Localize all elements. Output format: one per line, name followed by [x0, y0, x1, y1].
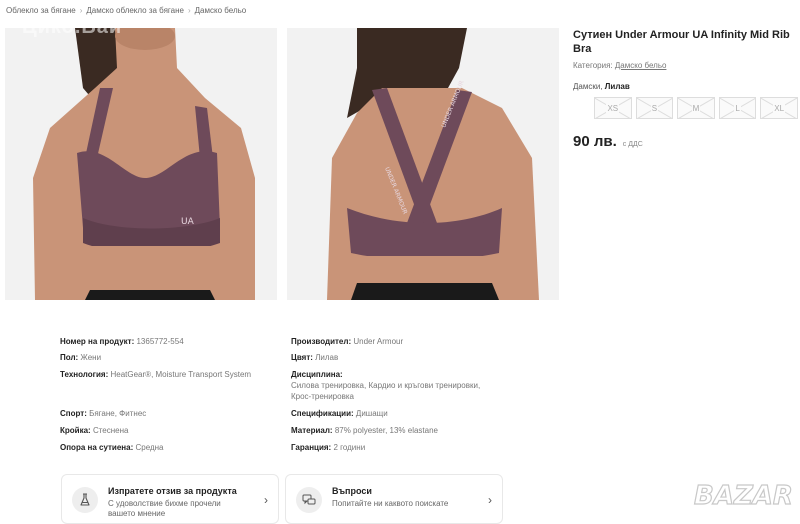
- size-option-label: S: [650, 103, 659, 113]
- breadcrumb-separator-icon: ›: [79, 6, 83, 15]
- size-option-label: XS: [606, 103, 620, 113]
- svg-text:UA: UA: [181, 217, 195, 227]
- chevron-right-icon: ›: [264, 493, 268, 507]
- chat-bubbles-icon-glyph: [302, 494, 316, 505]
- spec-label: Технология:: [60, 370, 109, 379]
- spec-label: Материал:: [291, 426, 333, 435]
- spec-value: Лилав: [315, 353, 339, 362]
- breadcrumb-item-women-underwear[interactable]: Дамско бельо: [195, 6, 247, 15]
- spec-value: Жени: [80, 353, 102, 362]
- spec-manufacturer: Производител: Under Armour: [291, 336, 501, 347]
- spec-value: 1365772-554: [136, 337, 184, 346]
- size-option-label: M: [691, 103, 701, 113]
- spec-label: Опора на сутиена:: [60, 443, 134, 452]
- size-option-l[interactable]: L: [718, 97, 757, 119]
- spec-value: 87% polyester, 13% elastane: [334, 426, 438, 435]
- size-option-label: L: [734, 103, 741, 113]
- watermark-text: Цико.Бай: [22, 28, 122, 39]
- size-selector: XS S M L XL: [594, 97, 798, 119]
- product-photo-front-image: UA: [5, 28, 277, 300]
- variant-color: Лилав: [604, 82, 630, 91]
- product-variant: Дамски, Лилав: [573, 82, 798, 91]
- spec-value: Бягане, Фитнес: [89, 409, 147, 418]
- spec-technology: Технология: HeatGear®, Moisture Transpor…: [60, 369, 275, 380]
- review-card-title: Изпратете отзив за продукта: [108, 486, 237, 496]
- product-title: Сутиен Under Armour UA Infinity Mid Rib …: [573, 29, 790, 55]
- spec-value: Дишащи: [355, 409, 388, 418]
- spec-label: Гаранция:: [291, 443, 332, 452]
- spec-gender: Пол: Жени: [60, 352, 275, 363]
- spec-label: Пол:: [60, 353, 79, 362]
- spec-fit: Кройка: Стеснена: [60, 425, 275, 436]
- breadcrumb-separator-icon: ›: [187, 6, 191, 15]
- vat-note: с ДДС: [622, 141, 643, 148]
- spec-value: Силова тренировка, Кардио и кръгови трен…: [291, 381, 481, 401]
- spec-value: Стеснена: [92, 426, 129, 435]
- size-option-xs[interactable]: XS: [594, 97, 632, 119]
- review-card[interactable]: Изпратете отзив за продукта С удоволстви…: [61, 474, 279, 524]
- product-photo-back[interactable]: UNDER ARMOUR UNDER ARMOUR: [287, 28, 559, 300]
- spec-material: Материал: 87% polyester, 13% elastane: [291, 425, 501, 436]
- spec-value: Средна: [135, 443, 164, 452]
- flask-icon-glyph: [80, 493, 90, 506]
- spec-label: Спецификации:: [291, 409, 354, 418]
- size-option-xl[interactable]: XL: [760, 97, 798, 119]
- questions-card-title: Въпроси: [332, 486, 372, 496]
- spec-specification: Спецификации: Дишащи: [291, 408, 501, 419]
- spec-discipline: Дисциплина: Силова тренировка, Кардио и …: [291, 369, 501, 402]
- breadcrumb-item-running-clothing[interactable]: Облекло за бягане: [6, 6, 76, 15]
- chevron-right-icon: ›: [488, 493, 492, 507]
- breadcrumb: Облекло за бягане › Дамско облекло за бяга…: [6, 6, 246, 15]
- bazar-logo: BAZAR: [693, 480, 793, 511]
- product-photo-front[interactable]: UA Цико.Бай: [5, 28, 277, 300]
- chat-bubbles-icon: [296, 487, 322, 513]
- breadcrumb-item-women-running-clothing[interactable]: Дамско облекло за бягане: [86, 6, 184, 15]
- product-category: Категория: Дамско бельо: [573, 61, 798, 70]
- spec-warranty: Гаранция: 2 години: [291, 442, 501, 453]
- product-info-panel: Сутиен Under Armour UA Infinity Mid Rib …: [573, 28, 798, 150]
- product-photo-back-image: UNDER ARMOUR UNDER ARMOUR: [287, 28, 559, 300]
- spec-label: Цвят:: [291, 353, 313, 362]
- questions-card-subtitle: Попитайте ни каквото поискате: [332, 499, 449, 508]
- product-price: 90 лв.: [573, 133, 617, 150]
- spec-label: Спорт:: [60, 409, 87, 418]
- spec-product-number: Номер на продукт: 1365772-554: [60, 336, 275, 347]
- spec-support: Опора на сутиена: Средна: [60, 442, 275, 453]
- spec-sport: Спорт: Бягане, Фитнес: [60, 408, 275, 419]
- bazar-logo-text: BAZAR: [694, 481, 793, 511]
- size-option-s[interactable]: S: [635, 97, 674, 119]
- spec-color: Цвят: Лилав: [291, 352, 501, 363]
- product-category-link[interactable]: Дамско бельо: [615, 61, 667, 70]
- size-option-label: XL: [773, 103, 786, 113]
- spec-label: Кройка:: [60, 426, 91, 435]
- flask-icon: [72, 487, 98, 513]
- review-card-subtitle: С удоволствие бихме прочели вашето мнени…: [108, 499, 221, 518]
- spec-value: 2 години: [333, 443, 366, 452]
- size-option-m[interactable]: M: [677, 97, 715, 119]
- spec-label: Номер на продукт:: [60, 337, 135, 346]
- spec-label: Дисциплина:: [291, 370, 343, 379]
- spec-value: Under Armour: [353, 337, 404, 346]
- questions-card[interactable]: Въпроси Попитайте ни каквото поискате ›: [285, 474, 503, 524]
- variant-label: Дамски,: [573, 82, 603, 91]
- spec-label: Производител:: [291, 337, 352, 346]
- price-row: 90 лв. с ДДС: [573, 133, 798, 150]
- spec-value: HeatGear®, Moisture Transport System: [110, 370, 252, 379]
- product-category-label: Категория:: [573, 61, 613, 70]
